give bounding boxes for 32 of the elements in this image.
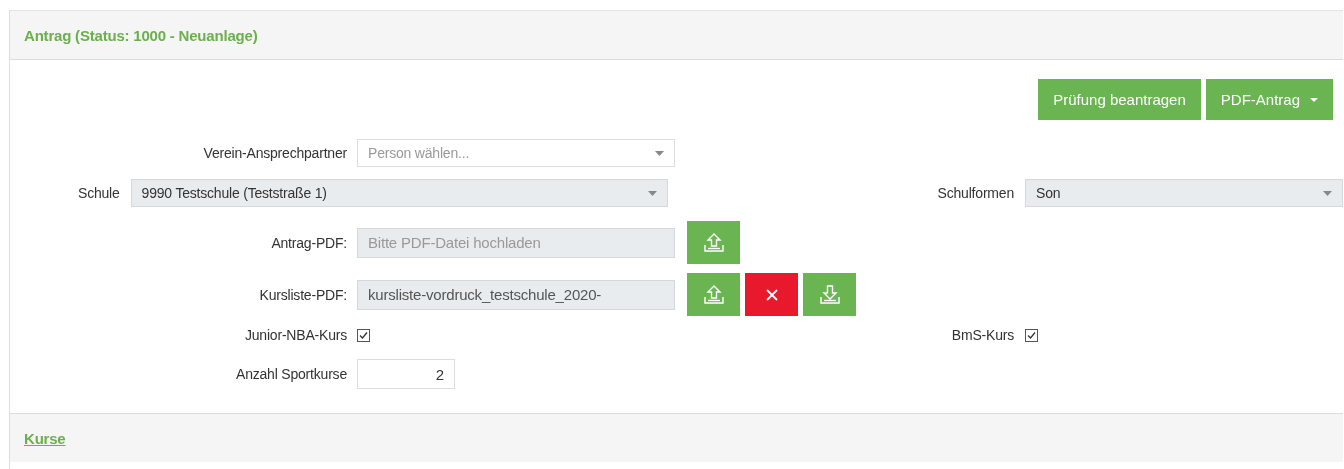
person-select[interactable]: Person wählen...	[357, 139, 675, 167]
field-label: Anzahl Sportkurse	[235, 366, 347, 382]
file-field[interactable]: Bitte PDF-Datei hochladen	[357, 227, 675, 258]
caret-icon	[1310, 97, 1318, 102]
field-label: Verein-Ansprechpartner	[202, 145, 347, 161]
caret-icon	[1323, 190, 1332, 196]
field-label: Antrag-PDF:	[270, 234, 347, 251]
field-label: Kursliste-PDF:	[258, 286, 347, 303]
download-icon	[818, 283, 841, 306]
checkbox-label: BmS-Kurs	[950, 327, 1014, 343]
close-icon	[764, 287, 779, 302]
number-field[interactable]: 2	[357, 359, 455, 389]
checkbox[interactable]	[1025, 328, 1038, 342]
caret-icon	[655, 150, 664, 156]
checkbox-label: Junior-NBA-Kurs	[243, 327, 347, 343]
request-button[interactable]: Prüfung beantragen	[1038, 79, 1201, 120]
field-label: Schule	[78, 185, 120, 201]
pdf-dropdown-button[interactable]: PDF-Antrag	[1205, 79, 1333, 120]
school-type-select[interactable]: Son	[1025, 179, 1343, 207]
field-label: Schulformen	[936, 185, 1014, 201]
upload-icon	[702, 231, 725, 254]
checkbox[interactable]	[357, 328, 370, 342]
upload-icon	[702, 283, 725, 306]
upload-button[interactable]	[687, 273, 740, 316]
courses-link[interactable]: Kurse	[24, 429, 66, 447]
panel-title: Antrag (Status: 1000 - Neuanlage)	[24, 26, 258, 44]
file-field[interactable]: kursliste-vordruck_testschule_2020-	[357, 279, 675, 310]
caret-icon	[647, 190, 657, 196]
upload-button[interactable]	[687, 221, 740, 264]
delete-button[interactable]	[745, 273, 798, 316]
school-select[interactable]: 9990 Testschule (Teststraße 1)	[130, 179, 668, 207]
download-button[interactable]	[803, 273, 856, 316]
